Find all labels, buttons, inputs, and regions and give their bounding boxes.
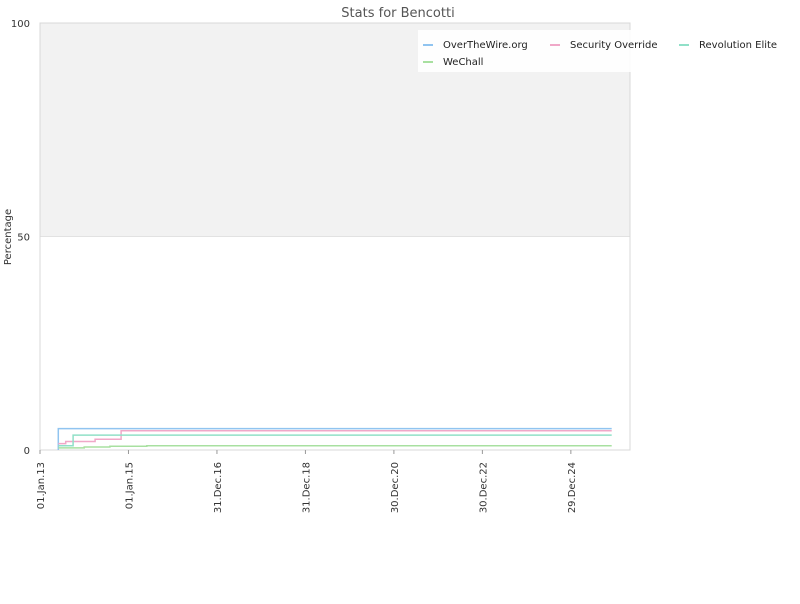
chart-title: Stats for Bencotti xyxy=(341,6,454,21)
y-tick-label: 0 xyxy=(24,446,30,457)
y-tick-label: 50 xyxy=(17,233,30,244)
legend-label: WeChall xyxy=(443,57,483,68)
legend-label: Revolution Elite xyxy=(699,40,777,51)
x-tick-label: 30.Dec.22 xyxy=(478,462,489,513)
y-tick-label: 100 xyxy=(11,19,30,30)
legend-label: Security Override xyxy=(570,40,658,51)
chart-svg: Stats for Bencotti Percentage 0 50 100 01.J… xyxy=(3,6,800,513)
legend: OverTheWire.org Security Override Revoluti… xyxy=(418,30,800,72)
x-tick-label: 30.Dec.20 xyxy=(390,462,401,513)
x-tick-label: 01.Jan.15 xyxy=(124,462,135,509)
chart: Stats for Bencotti Percentage 0 50 100 01.J… xyxy=(0,0,800,600)
x-tick-label: 01.Jan.13 xyxy=(36,462,47,509)
x-tick-label: 31.Dec.16 xyxy=(213,462,224,513)
plot-area: 0 50 100 01.Jan.13 01.Jan.15 31.Dec.16 31.Dec.… xyxy=(11,19,631,513)
legend-label: OverTheWire.org xyxy=(443,40,528,51)
x-tick-label: 31.Dec.18 xyxy=(301,462,312,513)
x-tick-label: 29.Dec.24 xyxy=(567,462,578,513)
y-axis-label: Percentage xyxy=(3,209,14,265)
